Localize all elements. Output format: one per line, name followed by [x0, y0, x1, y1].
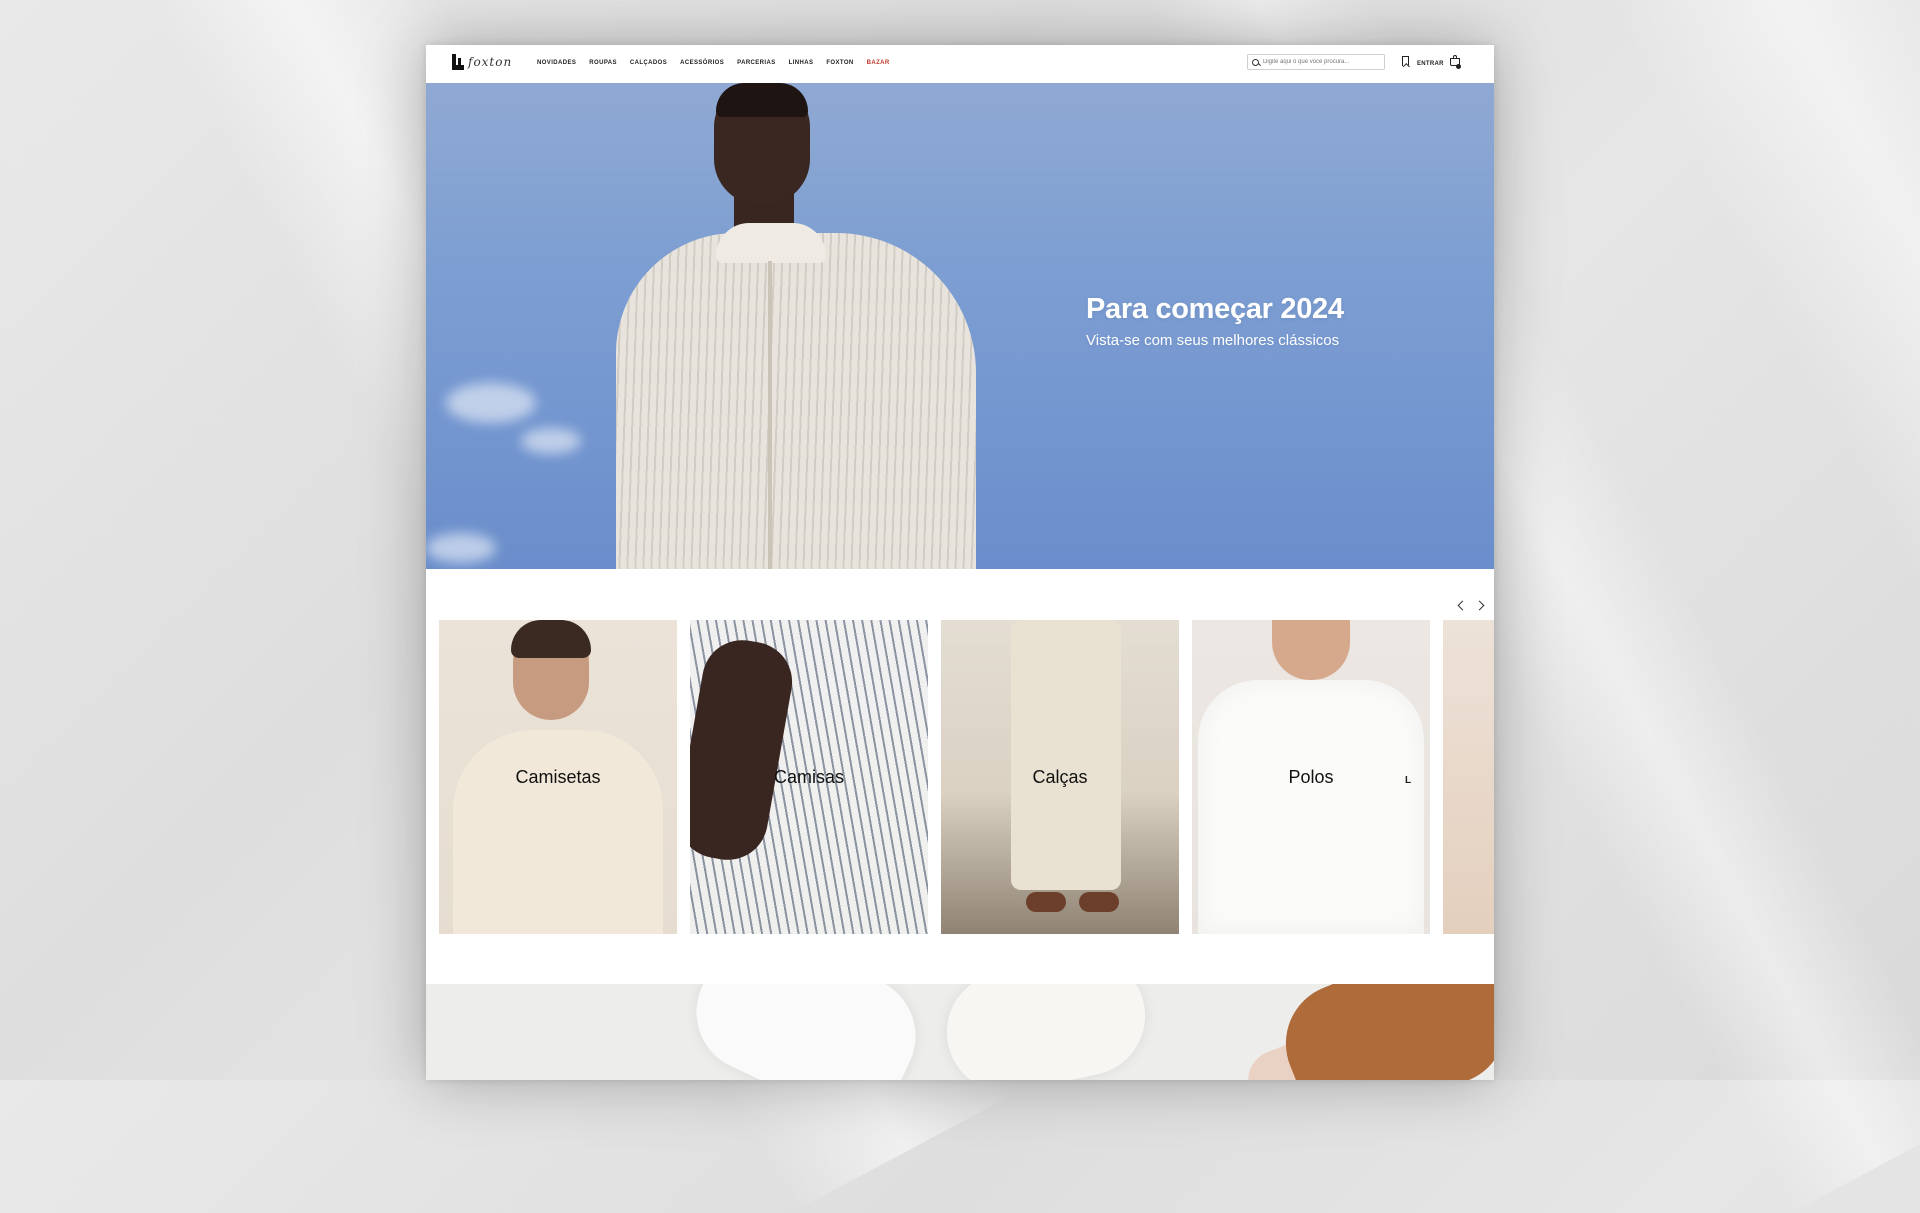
nav-item-linhas[interactable]: LINHAS — [789, 60, 814, 66]
login-link[interactable]: ENTRAR — [1417, 61, 1444, 67]
category-label: Camisas — [773, 767, 844, 787]
carousel-next-icon[interactable] — [1474, 600, 1485, 611]
nav-item-novidades[interactable]: NOVIDADES — [537, 60, 576, 66]
hero-text-block: Para começar 2024 Vista-se com seus melh… — [1086, 293, 1344, 349]
footwear-banner[interactable] — [426, 984, 1494, 1080]
category-card-polos[interactable]: L Polos — [1192, 620, 1430, 934]
category-label: Calças — [1032, 767, 1088, 787]
nav-item-acessorios[interactable]: ACESSÓRIOS — [680, 60, 724, 66]
category-card-calcas[interactable]: Calças — [941, 620, 1179, 934]
cart-count-badge — [1456, 64, 1461, 69]
sneaker-shape — [935, 984, 1157, 1080]
model-hair — [716, 83, 808, 117]
sneaker-shape — [676, 984, 936, 1080]
search-icon[interactable] — [1252, 58, 1259, 66]
nav-item-calcados[interactable]: CALÇADOS — [630, 60, 667, 66]
main-nav: NOVIDADES ROUPAS CALÇADOS ACESSÓRIOS PAR… — [537, 60, 890, 66]
logo-mark-icon — [452, 54, 464, 70]
model-collar — [716, 223, 826, 263]
tshirt-shape — [453, 730, 663, 934]
hero-model-image — [616, 83, 976, 569]
category-label: Camisetas — [515, 767, 601, 787]
category-card-camisas[interactable]: Camisas — [690, 620, 928, 934]
model-placket — [768, 261, 772, 569]
category-card-camisetas[interactable]: Camisetas — [439, 620, 677, 934]
shoe-shape — [1026, 892, 1066, 912]
cloud-shape — [521, 428, 581, 454]
sneaker-shape — [1267, 984, 1494, 1080]
carousel-prev-icon[interactable] — [1457, 600, 1468, 611]
hero-title: Para começar 2024 — [1086, 293, 1344, 325]
browser-page: foxton NOVIDADES ROUPAS CALÇADOS ACESSÓR… — [426, 45, 1494, 1080]
nav-item-bazar[interactable]: BAZAR — [867, 60, 890, 66]
hero-subtitle: Vista-se com seus melhores clássicos — [1086, 332, 1340, 349]
site-header: foxton NOVIDADES ROUPAS CALÇADOS ACESSÓR… — [426, 45, 1494, 83]
category-card-partial[interactable] — [1443, 620, 1494, 934]
cloud-shape — [426, 533, 496, 563]
search-input[interactable] — [1263, 59, 1381, 65]
cloud-shape — [446, 383, 536, 423]
nav-item-parcerias[interactable]: PARCERIAS — [737, 60, 776, 66]
logo-wordmark: foxton — [468, 55, 513, 69]
bookmark-icon[interactable] — [1402, 56, 1409, 66]
model-face — [1272, 620, 1350, 680]
shoe-shape — [1079, 892, 1119, 912]
nav-item-foxton[interactable]: FOXTON — [826, 60, 853, 66]
model-shirt — [616, 233, 976, 569]
hero-banner[interactable]: Para começar 2024 Vista-se com seus melh… — [426, 83, 1494, 569]
search-box[interactable] — [1247, 54, 1385, 70]
brand-logo[interactable]: foxton — [452, 54, 512, 70]
polo-shape — [1198, 680, 1424, 934]
category-label: Polos — [1288, 767, 1334, 787]
pants-shape — [1011, 620, 1121, 890]
nav-item-roupas[interactable]: ROUPAS — [589, 60, 617, 66]
model-hair — [511, 620, 591, 658]
